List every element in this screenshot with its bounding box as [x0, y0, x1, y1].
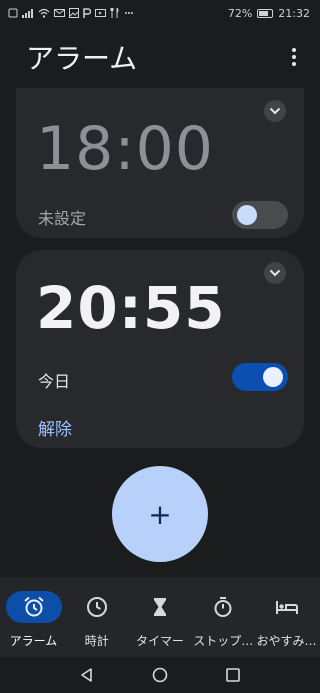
- nav-item-clock[interactable]: 時計: [65, 577, 128, 657]
- plus-icon: +: [148, 497, 172, 531]
- wifi-icon: [38, 8, 50, 18]
- food-icon: [110, 8, 119, 18]
- toggle-knob: [263, 367, 283, 387]
- dot-icon: [292, 48, 296, 52]
- sim-icon: [8, 8, 18, 18]
- bottom-navigation: アラーム 時計 タイマー ストップ… おやすみ…: [0, 577, 320, 657]
- expand-button[interactable]: [264, 262, 286, 284]
- recents-icon[interactable]: [225, 667, 241, 683]
- clock-icon: [86, 597, 107, 617]
- alarm-time[interactable]: 20:55: [36, 274, 226, 342]
- battery-percent: 72%: [227, 6, 253, 20]
- photo-icon: [69, 8, 79, 18]
- nav-pill: [132, 591, 188, 623]
- nav-item-timer[interactable]: タイマー: [129, 577, 192, 657]
- alarm-time[interactable]: 18:00: [36, 114, 214, 184]
- nav-item-stopwatch[interactable]: ストップ…: [192, 577, 255, 657]
- nav-pill: [69, 591, 125, 623]
- alarm-icon: [23, 596, 44, 617]
- chevron-down-icon: [269, 107, 281, 115]
- more-icon: [125, 12, 133, 14]
- nav-label: ストップ…: [193, 634, 254, 648]
- nav-item-alarm[interactable]: アラーム: [2, 577, 65, 657]
- alarm-toggle[interactable]: [232, 363, 288, 391]
- dot-icon: [292, 62, 296, 66]
- alarm-day-label: 未設定: [38, 209, 87, 228]
- system-navigation: [0, 657, 320, 693]
- stopwatch-icon: [214, 597, 232, 617]
- toggle-knob: [237, 205, 257, 225]
- app-bar: アラーム: [0, 26, 320, 88]
- mail-icon: [54, 9, 65, 17]
- status-right: 72% 21:32: [228, 7, 310, 20]
- dot-icon: [292, 55, 296, 59]
- expand-button[interactable]: [264, 100, 286, 122]
- alarm-day-label: 今日: [38, 372, 71, 391]
- alarm-card[interactable]: 20:55 今日 解除: [16, 250, 304, 448]
- hourglass-icon: [154, 598, 166, 616]
- back-icon[interactable]: [79, 667, 95, 683]
- battery-icon: [257, 8, 274, 18]
- status-bar: 72% 21:32: [0, 0, 320, 26]
- status-time: 21:32: [278, 6, 310, 20]
- nav-pill: [5, 591, 62, 623]
- video-icon: [95, 9, 106, 17]
- alarm-toggle[interactable]: [232, 201, 288, 229]
- dismiss-button[interactable]: 解除: [38, 415, 72, 440]
- add-alarm-button[interactable]: +: [112, 466, 208, 562]
- alarm-card[interactable]: 18:00 未設定: [16, 88, 304, 238]
- signal-icon: [22, 9, 33, 18]
- nav-label: アラーム: [9, 634, 58, 648]
- nav-label: タイマー: [135, 634, 184, 648]
- nav-item-bedtime[interactable]: おやすみ…: [255, 577, 318, 657]
- page-title: アラーム: [26, 42, 138, 75]
- bed-icon: [275, 601, 298, 614]
- nav-label: おやすみ…: [256, 634, 317, 648]
- chevron-down-icon: [269, 269, 281, 277]
- overflow-menu-button[interactable]: [284, 43, 304, 71]
- nav-label: 時計: [84, 634, 109, 648]
- home-icon[interactable]: [152, 667, 168, 683]
- nav-pill: [259, 591, 315, 623]
- p-icon: [83, 8, 91, 18]
- status-icons: [8, 8, 134, 18]
- nav-pill: [195, 591, 251, 623]
